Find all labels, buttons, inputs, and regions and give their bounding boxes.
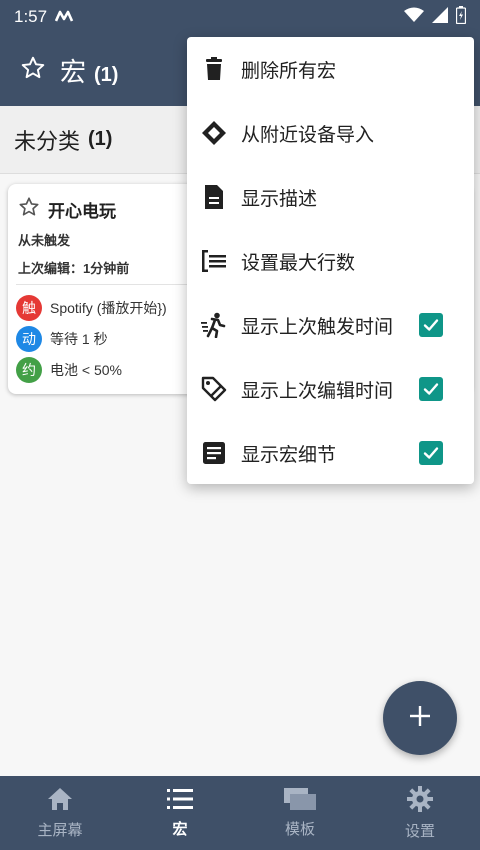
battery-icon — [455, 5, 467, 29]
page-title: 宏 (1) — [60, 52, 118, 89]
menu-item-delete-all[interactable]: 删除所有宏 — [187, 37, 474, 101]
nav-item-label: 主屏幕 — [37, 821, 83, 839]
trash-icon — [201, 56, 227, 82]
macro-last-edited: 上次编辑：1分钟前 — [18, 261, 130, 276]
category-count: (1) — [88, 128, 113, 150]
list-icon — [167, 788, 193, 814]
status-time: 1:57 — [14, 7, 48, 26]
menu-item-label: 从附近设备导入 — [241, 124, 375, 146]
trigger-badge: 触 — [16, 295, 42, 321]
menu-item-label: 删除所有宏 — [241, 60, 337, 82]
bottom-navigation: 主屏幕 宏 模板 设置 — [0, 776, 480, 850]
gear-icon — [407, 785, 433, 816]
macro-action-item: 动 等待 1 秒 — [16, 326, 108, 352]
plus-icon — [408, 704, 432, 733]
constraint-text: 电池 < 50% — [50, 362, 122, 378]
tag-edit-icon — [201, 376, 227, 402]
nav-item-label: 模板 — [284, 820, 315, 838]
checkbox-last-triggered[interactable] — [419, 313, 443, 337]
add-macro-button[interactable] — [383, 681, 457, 755]
nav-item-templates[interactable]: 模板 — [240, 776, 360, 850]
action-text: 等待 1 秒 — [50, 331, 108, 347]
details-icon — [201, 440, 227, 466]
macro-last-triggered: 从未触发 — [18, 233, 71, 248]
menu-item-max-lines[interactable]: 设置最大行数 — [187, 229, 474, 293]
page-title-text: 宏 — [60, 56, 87, 87]
nav-item-label: 宏 — [172, 820, 188, 838]
menu-item-label: 显示上次编辑时间 — [241, 380, 394, 402]
templates-icon — [284, 787, 316, 814]
menu-item-show-last-edited[interactable]: 显示上次编辑时间 — [187, 357, 474, 421]
running-icon — [201, 312, 227, 338]
favorite-star-icon[interactable] — [20, 55, 46, 86]
menu-item-import-nearby[interactable]: 从附近设备导入 — [187, 101, 474, 165]
macro-trigger-item: 触 Spotify (播放开始}) — [16, 295, 167, 321]
category-name: 未分类 — [14, 128, 81, 154]
status-bar: 1:57 — [0, 0, 480, 34]
nav-item-macros[interactable]: 宏 — [120, 776, 240, 850]
trigger-text: Spotify (播放开始}) — [50, 300, 167, 316]
menu-item-show-details[interactable]: 显示宏细节 — [187, 421, 474, 485]
menu-item-show-description[interactable]: 显示描述 — [187, 165, 474, 229]
menu-item-show-last-triggered[interactable]: 显示上次触发时间 — [187, 293, 474, 357]
menu-item-label: 显示宏细节 — [241, 444, 337, 466]
nav-item-label: 设置 — [404, 822, 435, 840]
action-badge: 动 — [16, 326, 42, 352]
status-app-logo — [54, 7, 75, 28]
macro-constraint-item: 约 电池 < 50% — [16, 357, 122, 383]
menu-item-label: 显示上次触发时间 — [241, 316, 394, 338]
nav-item-home[interactable]: 主屏幕 — [0, 776, 120, 850]
menu-item-label: 设置最大行数 — [241, 252, 356, 274]
checkbox-last-edited[interactable] — [419, 377, 443, 401]
menu-item-label: 显示描述 — [241, 188, 318, 210]
list-lines-icon — [201, 248, 227, 274]
import-nearby-icon — [201, 120, 227, 146]
page-title-count: (1) — [94, 63, 119, 86]
nav-item-settings[interactable]: 设置 — [360, 776, 480, 850]
document-icon — [201, 184, 227, 210]
constraint-badge: 约 — [16, 357, 42, 383]
checkbox-show-details[interactable] — [419, 441, 443, 465]
overflow-menu: 删除所有宏 从附近设备导入 显示描述 设置最大行数 显示上次触发时间 显示上次编… — [187, 37, 474, 484]
wifi-icon — [404, 7, 424, 28]
macro-name: 开心电玩 — [48, 202, 116, 221]
macro-star-icon[interactable] — [18, 196, 40, 223]
home-icon — [47, 787, 73, 815]
signal-icon — [432, 6, 448, 28]
